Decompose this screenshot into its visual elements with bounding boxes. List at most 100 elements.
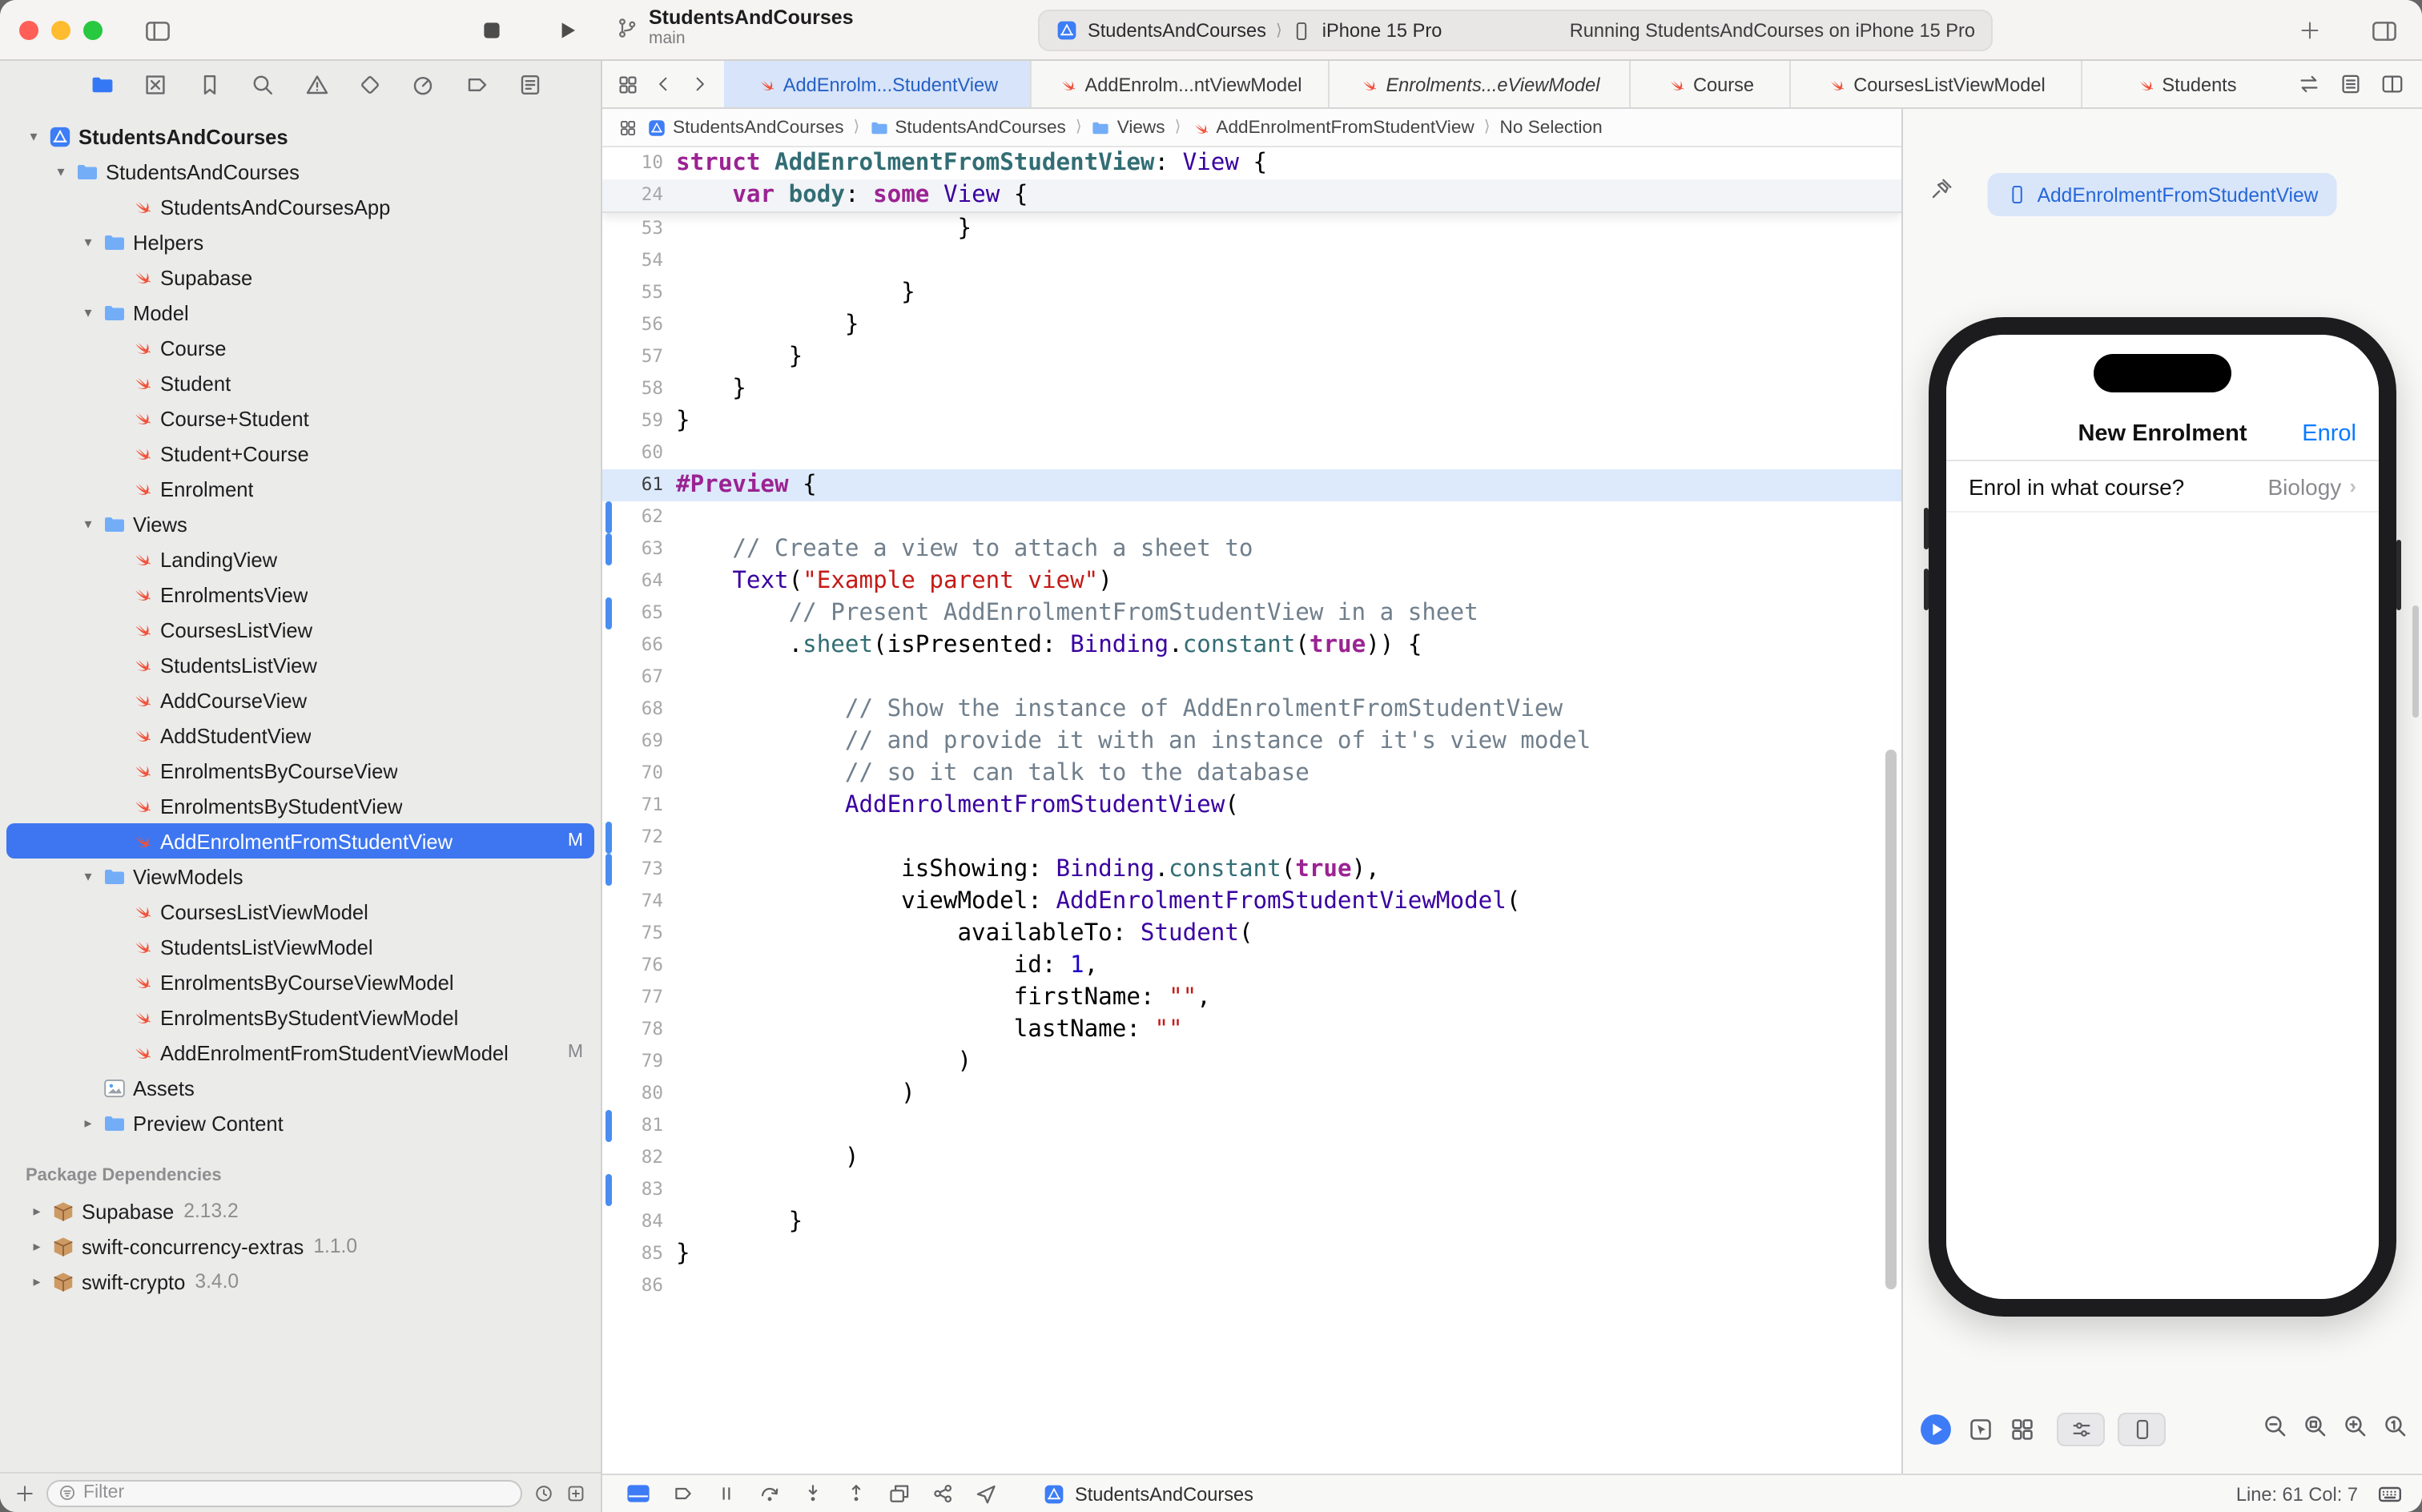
code-line-63[interactable]: 63 // Create a view to attach a sheet to	[602, 533, 1901, 565]
editor-tab-course[interactable]: Course	[1631, 61, 1791, 107]
go-forward-button[interactable]	[689, 74, 710, 94]
sidebar-item-studentslistviewmodel[interactable]: StudentsListViewModel	[6, 929, 594, 964]
disclosure-triangle-icon[interactable]: ▸	[26, 1237, 48, 1255]
code-line-66[interactable]: 66 .sheet(isPresented: Binding.constant(…	[602, 629, 1901, 662]
sidebar-item-enrolmentsbystudentviewmodel[interactable]: EnrolmentsByStudentViewModel	[6, 999, 594, 1035]
live-preview-button[interactable]	[1919, 1413, 1953, 1446]
sidebar-item-student-course[interactable]: Student+Course	[6, 436, 594, 471]
step-over-button[interactable]	[758, 1482, 782, 1506]
navigator-tab-issues[interactable]	[304, 72, 329, 98]
sidebar-item-courseslistview[interactable]: CoursesListView	[6, 612, 594, 647]
toggle-navigator-button[interactable]	[138, 11, 176, 50]
filter-input[interactable]	[83, 1483, 511, 1502]
location-button[interactable]	[974, 1482, 998, 1506]
jumpbar-segment-studentsandcourses[interactable]: StudentsAndCourses	[647, 118, 844, 137]
navigator-tab-project[interactable]	[90, 72, 115, 98]
disclosure-triangle-icon[interactable]: ▸	[26, 1202, 48, 1220]
code-line-54[interactable]: 54	[602, 245, 1901, 277]
editor-scrollbar[interactable]	[1885, 750, 1897, 1289]
step-out-button[interactable]	[844, 1482, 868, 1506]
zoom-out-button[interactable]	[2262, 1413, 2289, 1440]
navigator-tab-source-control[interactable]	[143, 72, 169, 98]
sidebar-item-viewmodels[interactable]: ▾ViewModels	[6, 859, 594, 894]
stop-button[interactable]	[473, 11, 511, 50]
selectable-button[interactable]	[1967, 1416, 1994, 1443]
device-settings-button[interactable]	[2057, 1413, 2105, 1446]
disclosure-triangle-icon[interactable]: ▾	[77, 304, 99, 321]
breakpoint-arrow-button[interactable]	[671, 1482, 695, 1506]
add-item-button[interactable]	[14, 1482, 35, 1503]
sidebar-item-enrolmentsview[interactable]: EnrolmentsView	[6, 577, 594, 612]
sidebar-item-helpers[interactable]: ▾Helpers	[6, 224, 594, 259]
jumpbar-segment-addenrolmentfromstudentview[interactable]: AddEnrolmentFromStudentView	[1190, 118, 1474, 137]
jumpbar-segment-studentsandcourses[interactable]: StudentsAndCourses	[869, 118, 1066, 137]
sidebar-item-supabase[interactable]: Supabase	[6, 259, 594, 295]
close-window-button[interactable]	[19, 21, 38, 40]
zoom-in-button[interactable]	[2342, 1413, 2369, 1440]
source-editor[interactable]: 10struct AddEnrolmentFromStudentView: Vi…	[602, 147, 1901, 1474]
preview-selector-button[interactable]: AddEnrolmentFromStudentView	[1988, 173, 2338, 216]
navigator-tab-breakpoints[interactable]	[464, 72, 489, 98]
code-line-53[interactable]: 53 }	[602, 213, 1901, 245]
sidebar-item-addenrolmentfromstudentviewmodel[interactable]: AddEnrolmentFromStudentViewModelM	[6, 1035, 594, 1070]
sidebar-item-courseslistviewmodel[interactable]: CoursesListViewModel	[6, 894, 594, 929]
sidebar-item-addenrolmentfromstudentview[interactable]: AddEnrolmentFromStudentViewM	[6, 823, 594, 859]
keyboard-icon[interactable]	[2377, 1481, 2403, 1506]
memory-button[interactable]	[931, 1482, 955, 1506]
disclosure-triangle-icon[interactable]: ▾	[77, 233, 99, 251]
code-line-62[interactable]: 62	[602, 501, 1901, 533]
code-line-86[interactable]: 86	[602, 1270, 1901, 1302]
adjust-editor-options-button[interactable]	[2339, 72, 2363, 96]
disclosure-triangle-icon[interactable]: ▾	[22, 127, 45, 145]
course-picker-row[interactable]: Enrol in what course? Biology ›	[1946, 461, 2379, 513]
sidebar-item-model[interactable]: ▾Model	[6, 295, 594, 330]
code-line-64[interactable]: 64 Text("Example parent view")	[602, 565, 1901, 597]
code-line-80[interactable]: 80 )	[602, 1078, 1901, 1110]
disclosure-triangle-icon[interactable]: ▸	[77, 1114, 99, 1132]
filter-field[interactable]	[46, 1479, 522, 1506]
run-destination[interactable]: iPhone 15 Pro	[1322, 19, 1442, 42]
navigator-tab-tests[interactable]	[357, 72, 383, 98]
view-hierarchy-button[interactable]	[887, 1482, 911, 1506]
code-line-78[interactable]: 78 lastName: ""	[602, 1014, 1901, 1046]
code-line-58[interactable]: 58 }	[602, 373, 1901, 405]
recent-files-filter-button[interactable]	[533, 1482, 554, 1503]
scheme-name[interactable]: StudentsAndCourses	[1088, 19, 1266, 42]
pin-preview-button[interactable]	[1929, 176, 1954, 210]
related-items-button[interactable]	[618, 118, 638, 137]
sidebar-item-studentsandcoursesapp[interactable]: StudentsAndCoursesApp	[6, 189, 594, 224]
package-item-swift-crypto[interactable]: ▸swift-crypto3.4.0	[6, 1264, 594, 1299]
sidebar-item-addstudentview[interactable]: AddStudentView	[6, 718, 594, 753]
go-back-button[interactable]	[654, 74, 674, 94]
sidebar-item-enrolmentsbycourseviewmodel[interactable]: EnrolmentsByCourseViewModel	[6, 964, 594, 999]
editor-tab-courseslistviewmodel[interactable]: CoursesListViewModel	[1791, 61, 2082, 107]
code-line-69[interactable]: 69 // and provide it with an instance of…	[602, 726, 1901, 758]
code-line-57[interactable]: 57 }	[602, 341, 1901, 373]
step-into-button[interactable]	[801, 1482, 825, 1506]
minimize-window-button[interactable]	[51, 21, 70, 40]
add-split-editor-button[interactable]	[2380, 72, 2404, 96]
navigator-tab-find[interactable]	[250, 72, 276, 98]
editor-tab-addenrolm-studentview[interactable]: AddEnrolm...StudentView	[724, 61, 1032, 107]
code-line-70[interactable]: 70 // so it can talk to the database	[602, 758, 1901, 790]
activity-viewer[interactable]: StudentsAndCourses ⟩ iPhone 15 Pro Runni…	[1038, 10, 1993, 51]
toggle-debug-area-button[interactable]	[625, 1480, 652, 1507]
package-item-swift-concurrency-extras[interactable]: ▸swift-concurrency-extras1.1.0	[6, 1228, 594, 1264]
source-control-filter-button[interactable]	[565, 1482, 586, 1503]
sidebar-item-enrolmentsbystudentview[interactable]: EnrolmentsByStudentView	[6, 788, 594, 823]
editor-tab-enrolments-eviewmodel[interactable]: Enrolments...eViewModel	[1330, 61, 1631, 107]
code-line-82[interactable]: 82 )	[602, 1142, 1901, 1174]
sidebar-item-student[interactable]: Student	[6, 365, 594, 400]
sidebar-item-enrolment[interactable]: Enrolment	[6, 471, 594, 506]
sidebar-item-landingview[interactable]: LandingView	[6, 541, 594, 577]
zoom-fit-button[interactable]	[2302, 1413, 2329, 1440]
code-line-79[interactable]: 79 )	[602, 1046, 1901, 1078]
code-line-77[interactable]: 77 firstName: "",	[602, 982, 1901, 1014]
navigator-tab-bookmarks[interactable]	[197, 72, 223, 98]
zoom-window-button[interactable]	[83, 21, 103, 40]
jumpbar-segment-no-selection[interactable]: No Selection	[1500, 118, 1603, 137]
code-line-59[interactable]: 59}	[602, 405, 1901, 437]
code-line-81[interactable]: 81	[602, 1110, 1901, 1142]
zoom-actual-button[interactable]	[2382, 1413, 2409, 1440]
editor-tab-addenrolm-ntviewmodel[interactable]: AddEnrolm...ntViewModel	[1032, 61, 1330, 107]
